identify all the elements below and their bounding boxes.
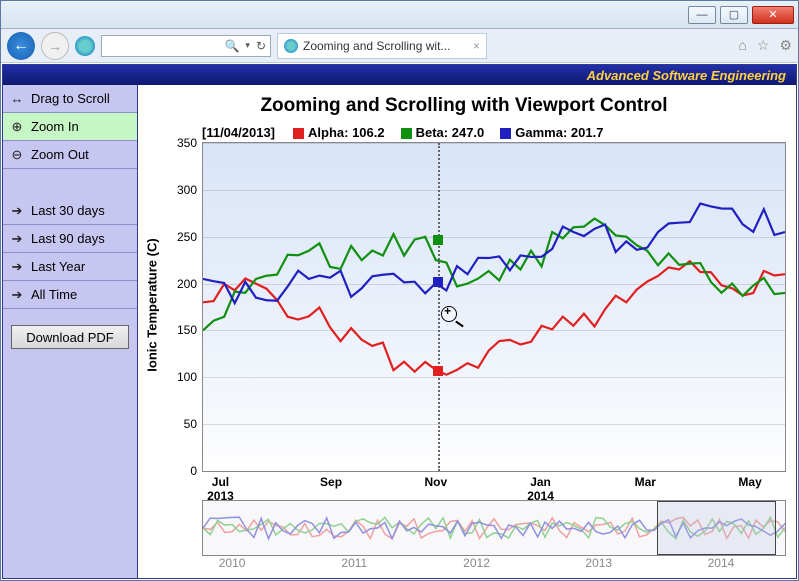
y-tick: 150 [177,323,197,337]
ie-icon [75,36,95,56]
browser-tools: ⌂ ☆ ⚙ [738,37,792,54]
chart-pane: Zooming and Scrolling with Viewport Cont… [138,85,796,578]
search-icon[interactable]: 🔍 [224,39,239,53]
legend-gamma: Gamma: 201.7 [500,125,603,140]
sidebar-item-label: All Time [31,287,77,302]
overview-tick: 2010 [219,556,246,570]
overview-tick: 2011 [341,556,367,570]
y-axis-label: Ionic Temperature (C) [145,238,160,371]
tab-favicon-icon [284,39,298,53]
overview-tick: 2013 [585,556,612,570]
x-tick: Nov [424,475,447,489]
sidebar-item-label: Zoom In [31,119,79,134]
sidebar-item-label: Last Year [31,259,85,274]
zoom-out-icon: ⊖ [9,147,25,163]
arrow-right-icon: ➔ [9,203,25,219]
address-bar[interactable]: 🔍 ▾ ↻ [101,35,271,57]
sidebar-item-label: Drag to Scroll [31,91,110,106]
tab-title: Zooming and Scrolling wit... [303,39,450,53]
y-tick: 300 [177,183,197,197]
cursor-date: [11/04/2013] [202,125,275,140]
marker-alpha [433,366,443,376]
overview-strip[interactable]: 20102011201220132014 [202,500,786,556]
gear-icon[interactable]: ⚙ [779,37,792,54]
legend-alpha: Alpha: 106.2 [293,125,385,140]
app-window: — ▢ ✕ ← → 🔍 ▾ ↻ Zooming and Scrolling wi… [0,0,799,581]
x-tick: Jul2013 [207,475,234,503]
arrow-right-icon: ➔ [9,259,25,275]
sidebar-item-label: Last 90 days [31,231,105,246]
overview-selection[interactable] [657,501,776,555]
browser-toolbar: ← → 🔍 ▾ ↻ Zooming and Scrolling wit... ×… [1,29,798,63]
browser-tab[interactable]: Zooming and Scrolling wit... × [277,33,487,59]
back-button[interactable]: ← [7,32,35,60]
x-tick: May [738,475,761,489]
y-tick: 250 [177,230,197,244]
sidebar-item-label: Last 30 days [31,203,105,218]
y-tick: 350 [177,136,197,150]
drag-to-scroll-icon: ↔ [9,91,25,107]
plot-area[interactable]: 050100150200250300350Jul2013SepNovJan201… [202,142,786,472]
overview-tick: 2014 [708,556,735,570]
x-tick: Jan2014 [527,475,554,503]
titlebar: — ▢ ✕ [1,1,798,29]
zoom-in-icon: ⊕ [9,119,25,135]
favorites-icon[interactable]: ☆ [757,37,770,54]
chart-title: Zooming and Scrolling with Viewport Cont… [142,95,786,117]
sidebar-tool-zoom-out[interactable]: ⊖ Zoom Out [3,141,137,169]
sidebar: ↔ Drag to Scroll ⊕ Zoom In ⊖ Zoom Out ➔ Last 3… [3,85,138,578]
download-pdf-button[interactable]: Download PDF [11,325,129,349]
legend-beta: Beta: 247.0 [401,125,485,140]
y-tick: 0 [190,464,197,478]
marker-beta [433,235,443,245]
y-tick: 100 [177,370,197,384]
tab-close-icon[interactable]: × [473,39,480,53]
forward-button[interactable]: → [41,32,69,60]
zoom-cursor-icon [441,306,457,322]
arrow-right-icon: ➔ [9,231,25,247]
overview-tick: 2012 [463,556,490,570]
sidebar-item-label: Zoom Out [31,147,89,162]
brand-text: Advanced Software Engineering [587,68,786,83]
minimize-button[interactable]: — [688,6,716,24]
tracking-cursor [438,143,440,471]
y-tick: 200 [177,277,197,291]
sidebar-tool-drag-to-scroll[interactable]: ↔ Drag to Scroll [3,85,137,113]
home-icon[interactable]: ⌂ [738,37,746,54]
marker-gamma [433,277,443,287]
page-content: Advanced Software Engineering ↔ Drag to S… [2,64,797,579]
x-tick: Mar [635,475,656,489]
refresh-icon[interactable]: ↻ [256,39,266,53]
dropdown-icon[interactable]: ▾ [245,40,250,51]
arrow-right-icon: ➔ [9,287,25,303]
sidebar-range-last-30-days[interactable]: ➔ Last 30 days [3,197,137,225]
sidebar-range-all-time[interactable]: ➔ All Time [3,281,137,309]
y-tick: 50 [184,417,197,431]
x-tick: Sep [320,475,342,489]
maximize-button[interactable]: ▢ [720,6,748,24]
sidebar-tool-zoom-in[interactable]: ⊕ Zoom In [3,113,137,141]
chart-legend: [11/04/2013] Alpha: 106.2 Beta: 247.0 Gamm… [202,125,786,140]
brand-bar: Advanced Software Engineering [3,65,796,85]
sidebar-range-last-90-days[interactable]: ➔ Last 90 days [3,225,137,253]
close-button[interactable]: ✕ [752,6,794,24]
sidebar-range-last-year[interactable]: ➔ Last Year [3,253,137,281]
